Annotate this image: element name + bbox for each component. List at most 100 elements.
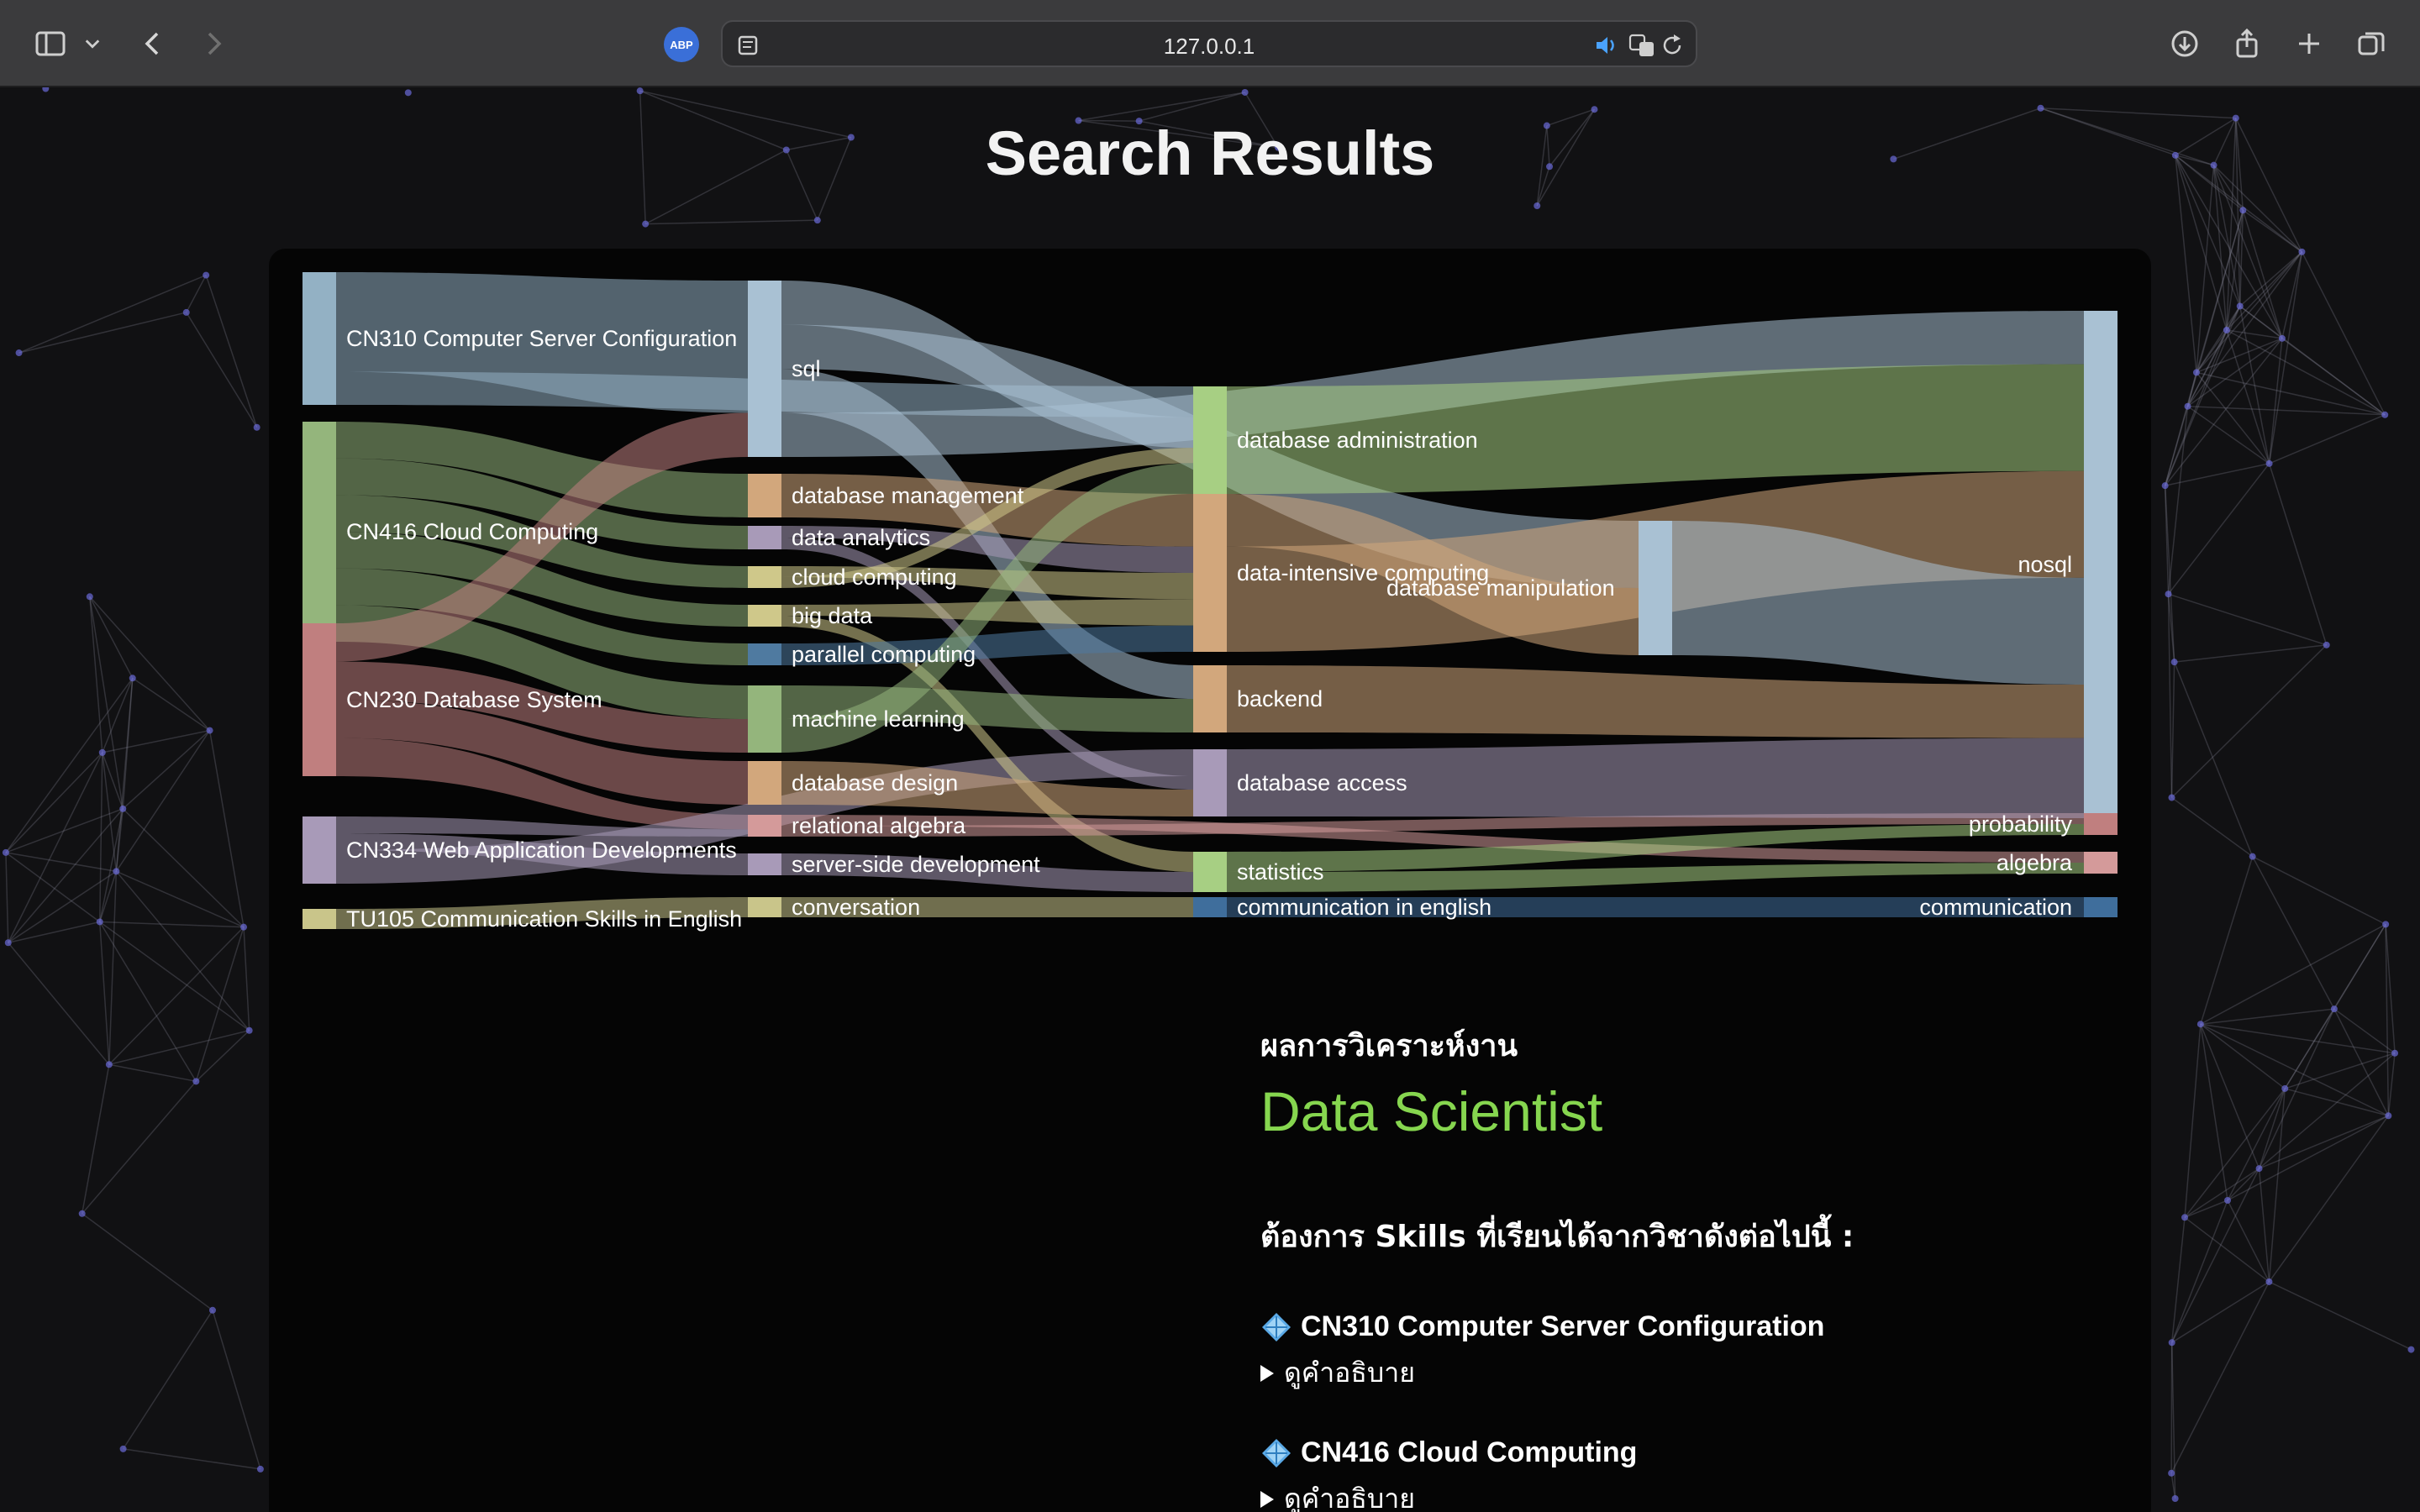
course-details-label[interactable]: ดูคำอธิบาย bbox=[1284, 1478, 1415, 1512]
sankey-node-label: data analytics bbox=[792, 525, 930, 550]
network-line bbox=[2184, 1024, 2202, 1218]
sankey-node[interactable] bbox=[748, 605, 781, 627]
sankey-node[interactable] bbox=[1193, 386, 1227, 494]
network-node bbox=[2265, 459, 2273, 467]
sankey-node[interactable] bbox=[1193, 494, 1227, 652]
network-line bbox=[5, 852, 101, 923]
sankey-node[interactable] bbox=[748, 897, 781, 917]
sankey-node[interactable] bbox=[1193, 897, 1227, 917]
network-node bbox=[2255, 1165, 2263, 1173]
back-icon[interactable] bbox=[128, 18, 178, 69]
sankey-node[interactable] bbox=[748, 685, 781, 753]
network-line bbox=[2200, 1024, 2228, 1201]
analysis-section: ผลการวิเคราะห์งาน Data Scientist ต้องการ… bbox=[1260, 1021, 2017, 1512]
network-line bbox=[2170, 662, 2175, 798]
analysis-heading: ผลการวิเคราะห์งาน bbox=[1260, 1029, 1518, 1063]
download-icon[interactable] bbox=[2160, 18, 2210, 69]
forward-icon[interactable] bbox=[188, 18, 239, 69]
network-line bbox=[8, 942, 110, 1065]
sankey-node[interactable] bbox=[302, 623, 336, 776]
url-text[interactable]: 127.0.0.1 bbox=[723, 34, 1696, 60]
network-node bbox=[2239, 207, 2247, 214]
address-bar[interactable]: 127.0.0.1 bbox=[721, 20, 1697, 67]
network-line bbox=[2258, 1008, 2335, 1169]
network-node bbox=[2161, 482, 2169, 490]
network-node bbox=[2407, 1346, 2415, 1353]
network-line bbox=[2167, 463, 2270, 595]
sankey-node-label: machine learning bbox=[792, 706, 965, 732]
network-node bbox=[2165, 591, 2172, 598]
network-line bbox=[116, 870, 245, 928]
sankey-node[interactable] bbox=[2084, 852, 2118, 874]
network-line bbox=[2269, 1281, 2412, 1351]
network-line bbox=[99, 921, 197, 1082]
sankey-node[interactable] bbox=[302, 272, 336, 405]
network-line bbox=[82, 1213, 213, 1311]
network-line bbox=[5, 808, 124, 853]
reload-icon[interactable] bbox=[1657, 30, 1687, 60]
sankey-node[interactable] bbox=[302, 909, 336, 929]
page-title: Search Results bbox=[985, 118, 1435, 188]
network-line bbox=[2187, 406, 2270, 465]
adblock-icon[interactable]: ABP bbox=[664, 27, 699, 62]
sankey-node[interactable] bbox=[748, 761, 781, 805]
sankey-node[interactable] bbox=[748, 526, 781, 549]
network-line bbox=[132, 677, 210, 732]
sankey-node[interactable] bbox=[2084, 897, 2118, 917]
sankey-node[interactable] bbox=[1193, 852, 1227, 892]
sankey-node[interactable] bbox=[748, 474, 781, 517]
course-details-label[interactable]: ดูคำอธิบาย bbox=[1284, 1352, 1415, 1394]
network-node bbox=[98, 748, 106, 756]
network-node bbox=[2249, 853, 2256, 860]
tabs-overview-icon[interactable] bbox=[2346, 18, 2396, 69]
network-node bbox=[2181, 1214, 2189, 1221]
sankey-node[interactable] bbox=[748, 566, 781, 588]
network-line bbox=[2200, 856, 2254, 1025]
sankey-node-label: statistics bbox=[1237, 859, 1324, 885]
network-node bbox=[1534, 202, 1541, 210]
network-node bbox=[2323, 641, 2330, 648]
network-node bbox=[105, 1061, 113, 1068]
sankey-node[interactable] bbox=[2084, 813, 2118, 835]
network-line bbox=[2239, 251, 2302, 307]
network-line bbox=[186, 312, 258, 428]
sankey-node[interactable] bbox=[1193, 749, 1227, 816]
network-line bbox=[2227, 1115, 2389, 1201]
sankey-node[interactable] bbox=[1193, 665, 1227, 732]
sankey-node-label: nosql bbox=[2018, 552, 2072, 577]
sankey-node[interactable] bbox=[748, 853, 781, 875]
share-icon[interactable] bbox=[2222, 18, 2272, 69]
network-line bbox=[2186, 306, 2241, 407]
sankey-node[interactable] bbox=[2084, 311, 2118, 818]
network-line bbox=[2184, 1168, 2260, 1218]
sankey-node-label: database management bbox=[792, 483, 1024, 508]
course-details-toggle[interactable]: ดูคำอธิบาย bbox=[1260, 1352, 2017, 1394]
network-line bbox=[2171, 1168, 2260, 1343]
sankey-node[interactable] bbox=[748, 815, 781, 837]
sankey-node-label: communication in english bbox=[1237, 895, 1491, 920]
new-tab-icon[interactable] bbox=[2284, 18, 2334, 69]
sankey-node[interactable] bbox=[748, 281, 781, 457]
network-line bbox=[115, 678, 134, 872]
course-details-toggle[interactable]: ดูคำอธิบาย bbox=[1260, 1478, 2017, 1512]
sankey-node[interactable] bbox=[748, 643, 781, 665]
network-node bbox=[2265, 1278, 2273, 1285]
sankey-node[interactable] bbox=[302, 816, 336, 884]
network-line bbox=[5, 752, 103, 853]
network-line bbox=[2167, 406, 2189, 595]
sankey-diagram[interactable]: CN310 Computer Server Configuration CN416… bbox=[294, 272, 2126, 1045]
sankey-node[interactable] bbox=[302, 422, 336, 642]
network-node bbox=[203, 271, 210, 279]
network-line bbox=[5, 677, 134, 853]
sankey-node[interactable] bbox=[1639, 521, 1672, 655]
network-node bbox=[1241, 88, 1249, 96]
disclosure-triangle-icon[interactable] bbox=[1260, 1364, 1274, 1382]
translate-icon[interactable] bbox=[1627, 30, 1657, 60]
sankey-node-label: communication bbox=[1919, 895, 2072, 920]
sidebar-icon[interactable] bbox=[25, 18, 76, 69]
disclosure-triangle-icon[interactable] bbox=[1260, 1490, 1274, 1508]
network-node bbox=[1591, 106, 1598, 113]
chevron-down-icon[interactable] bbox=[76, 18, 109, 69]
speaker-icon[interactable] bbox=[1591, 30, 1622, 60]
network-node bbox=[2236, 302, 2244, 310]
